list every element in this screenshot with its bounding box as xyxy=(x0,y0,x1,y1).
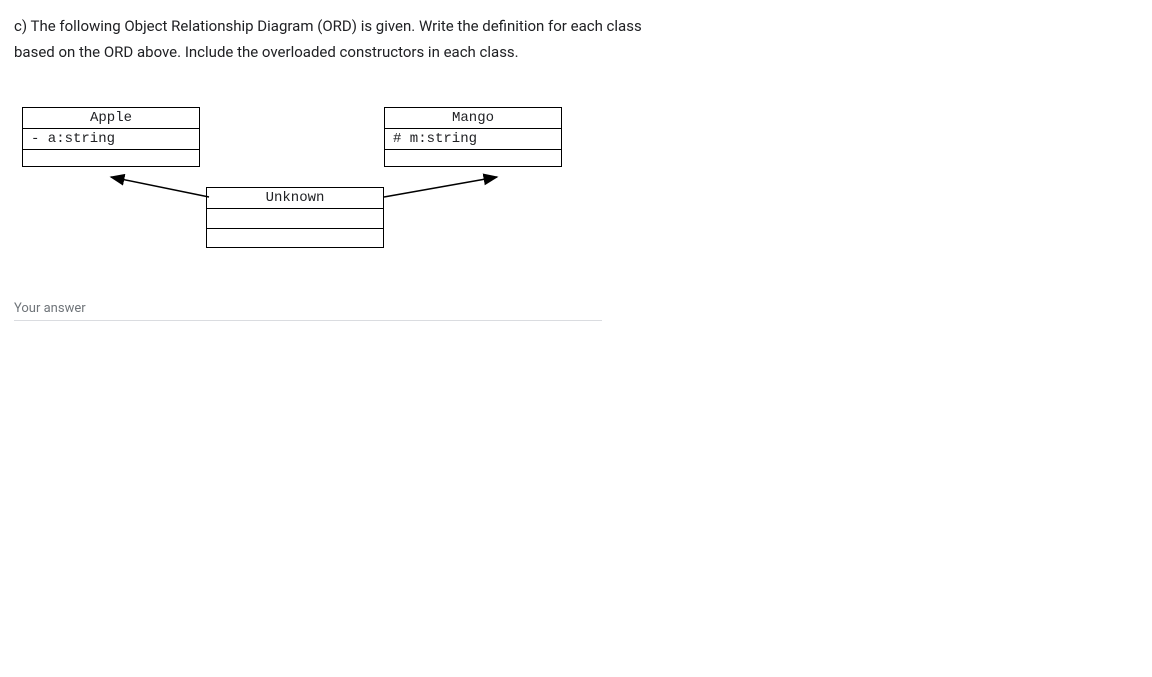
uml-mango-methods xyxy=(385,150,561,166)
uml-mango-attribute: # m:string xyxy=(385,129,561,150)
uml-unknown-attribute xyxy=(207,209,383,229)
uml-unknown-methods xyxy=(207,229,383,247)
arrow-to-apple xyxy=(111,177,209,197)
uml-apple-name: Apple xyxy=(23,108,199,129)
question-text: c) The following Object Relationship Dia… xyxy=(14,14,684,65)
uml-class-unknown: Unknown xyxy=(206,187,384,248)
ord-diagram: Apple - a:string Mango # m:string Unknow… xyxy=(14,107,614,267)
uml-unknown-name: Unknown xyxy=(207,188,383,209)
uml-apple-methods xyxy=(23,150,199,166)
uml-class-mango: Mango # m:string xyxy=(384,107,562,167)
answer-input[interactable] xyxy=(14,297,602,321)
uml-mango-name: Mango xyxy=(385,108,561,129)
answer-field-row xyxy=(14,297,602,321)
arrow-to-mango xyxy=(384,177,497,197)
uml-apple-attribute: - a:string xyxy=(23,129,199,150)
uml-class-apple: Apple - a:string xyxy=(22,107,200,167)
